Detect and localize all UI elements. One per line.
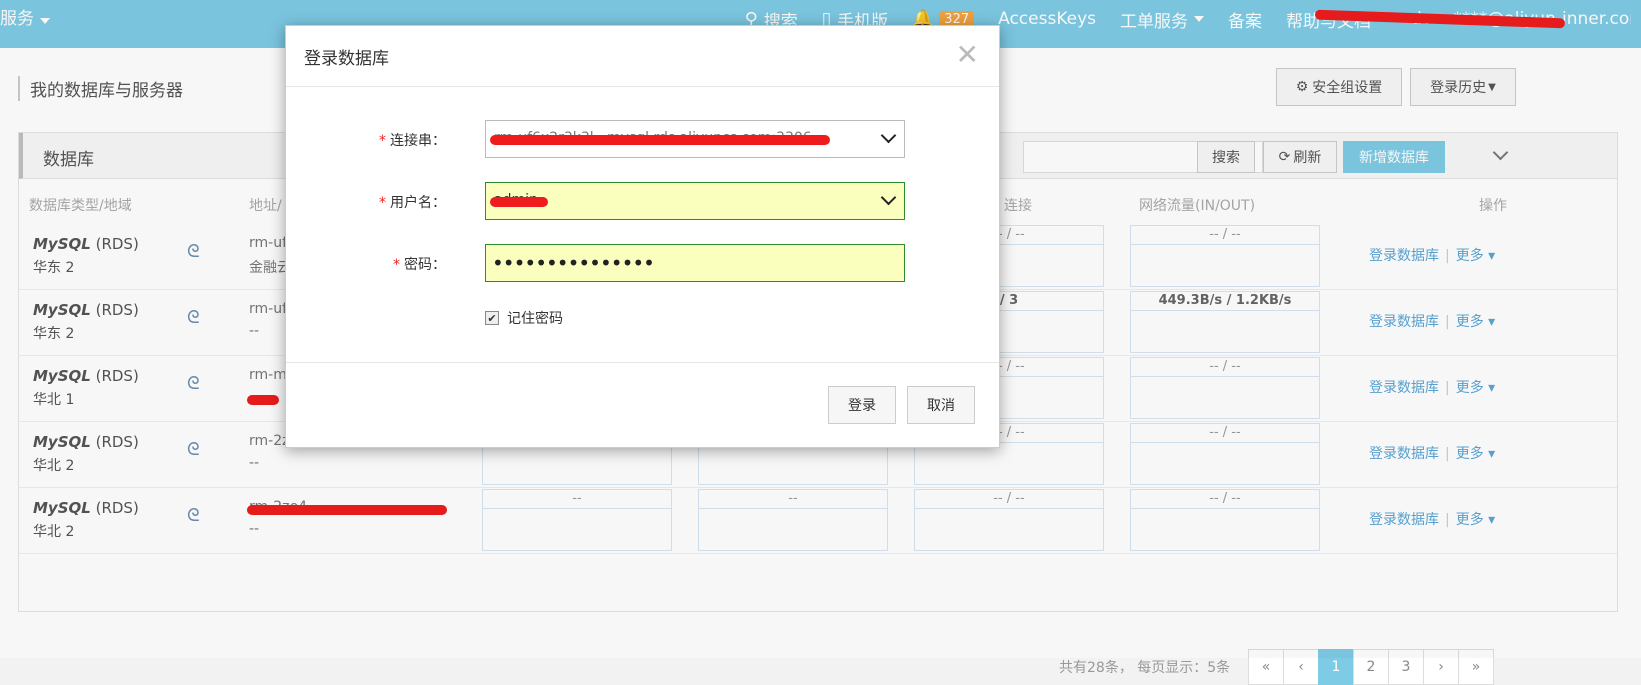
dialog-divider [286, 362, 999, 363]
password-input[interactable]: ••••••••••••••• [485, 244, 905, 282]
remember-label: 记住密码 [507, 311, 563, 327]
conn-string-label: * 连接串： [379, 133, 446, 149]
conn-string-select[interactable]: rm-uf6x2r3k3l...mysql.rds.aliyuncs.com:3… [485, 120, 905, 158]
redaction-mark [490, 135, 830, 145]
dialog-header: 登录数据库 ✕ [286, 26, 999, 87]
dialog-title: 登录数据库 [304, 49, 389, 69]
username-select[interactable]: admin [485, 182, 905, 220]
close-icon[interactable]: ✕ [956, 38, 979, 71]
chevron-down-icon [880, 189, 897, 206]
login-button[interactable]: 登录 [828, 386, 896, 424]
username-label: * 用户名： [379, 195, 446, 211]
password-label: * 密码： [393, 257, 446, 273]
login-database-dialog: 登录数据库 ✕ *连接串： rm-uf6x2r3k3l...mysql.rds.… [285, 25, 1000, 448]
cancel-button[interactable]: 取消 [907, 386, 975, 424]
password-value: ••••••••••••••• [492, 251, 655, 275]
redaction-mark [490, 197, 548, 207]
remember-password[interactable]: ✔ 记住密码 [485, 308, 563, 328]
chevron-down-icon [880, 127, 897, 144]
pagination-total: 共有28条， 每页显示：5条 [1059, 660, 1231, 676]
checkbox-checked-icon[interactable]: ✔ [485, 311, 499, 325]
